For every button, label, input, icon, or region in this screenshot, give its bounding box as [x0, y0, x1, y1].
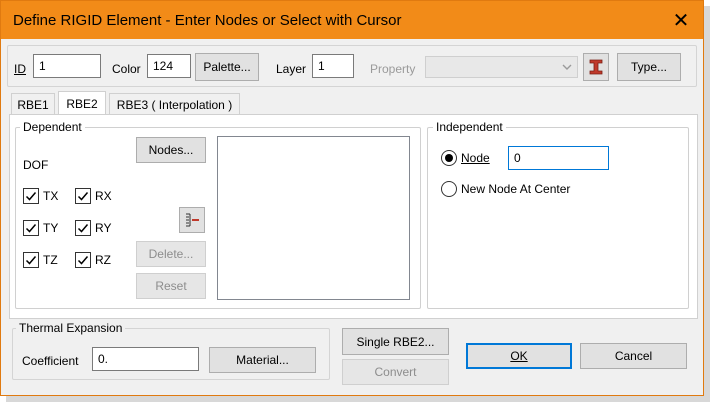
pick-node-button[interactable] — [179, 207, 205, 233]
dof-ry-checkbox[interactable] — [75, 220, 91, 236]
dof-tz-checkbox[interactable] — [23, 252, 39, 268]
window-title: Define RIGID Element - Enter Nodes or Se… — [13, 12, 402, 29]
property-label: Property — [370, 62, 416, 76]
delete-button[interactable]: Delete... — [136, 241, 206, 267]
rigid-element-dialog: Define RIGID Element - Enter Nodes or Se… — [0, 0, 704, 396]
node-radio[interactable] — [441, 150, 457, 166]
nodes-button[interactable]: Nodes... — [136, 137, 206, 163]
property-select[interactable] — [425, 56, 578, 78]
dof-tz-label: TZ — [43, 253, 58, 267]
dof-tz[interactable]: TZ — [23, 252, 58, 268]
close-button[interactable]: ✕ — [663, 5, 699, 35]
dof-rz-checkbox[interactable] — [75, 252, 91, 268]
new-node-option-label: New Node At Center — [461, 182, 571, 196]
dependent-title: Dependent — [20, 120, 85, 134]
dof-ty-checkbox[interactable] — [23, 220, 39, 236]
independent-title: Independent — [433, 120, 506, 134]
dof-rx-checkbox[interactable] — [75, 188, 91, 204]
check-icon — [77, 256, 89, 265]
check-icon — [25, 224, 37, 233]
id-input[interactable] — [33, 54, 101, 78]
close-icon: ✕ — [672, 9, 690, 32]
layer-input[interactable] — [312, 54, 354, 78]
dof-tx-label: TX — [43, 189, 59, 203]
dof-rz-label: RZ — [95, 253, 111, 267]
thermal-title: Thermal Expansion — [16, 321, 126, 335]
radio-selected-icon — [445, 154, 453, 162]
tab-rbe2[interactable]: RBE2 — [58, 91, 106, 115]
dof-ty[interactable]: TY — [23, 220, 58, 236]
coefficient-label: Coefficient — [22, 354, 79, 368]
tab-rbe3[interactable]: RBE3 ( Interpolation ) — [109, 93, 240, 115]
dof-rx-label: RX — [95, 189, 112, 203]
dof-tx-checkbox[interactable] — [23, 188, 39, 204]
beam-section-icon — [589, 59, 603, 75]
tab-rbe1[interactable]: RBE1 — [11, 93, 55, 115]
dependent-nodes-list[interactable] — [217, 136, 410, 300]
check-icon — [25, 256, 37, 265]
independent-node-input[interactable] — [508, 146, 609, 170]
dof-ry[interactable]: RY — [75, 220, 111, 236]
property-icon-button[interactable] — [583, 53, 609, 81]
single-rbe2-button[interactable]: Single RBE2... — [342, 328, 449, 355]
check-icon — [77, 192, 89, 201]
dof-rz[interactable]: RZ — [75, 252, 111, 268]
color-input[interactable] — [147, 54, 191, 78]
new-node-radio[interactable] — [441, 181, 457, 197]
layer-label: Layer — [276, 62, 307, 76]
palette-button[interactable]: Palette... — [195, 53, 259, 81]
pick-node-icon — [186, 213, 199, 227]
node-option[interactable]: Node — [441, 150, 490, 166]
ok-button[interactable]: OK — [466, 343, 572, 369]
id-label: ID — [14, 62, 26, 76]
dof-label: DOF — [23, 158, 49, 172]
node-option-label: Node — [461, 151, 490, 165]
check-icon — [25, 192, 37, 201]
coefficient-input[interactable] — [92, 347, 199, 371]
reset-button[interactable]: Reset — [136, 273, 206, 299]
ok-button-label: OK — [510, 349, 528, 363]
dof-tx[interactable]: TX — [23, 188, 58, 204]
convert-button[interactable]: Convert — [342, 359, 449, 385]
dof-ry-label: RY — [95, 221, 112, 235]
new-node-option[interactable]: New Node At Center — [441, 181, 570, 197]
material-button[interactable]: Material... — [209, 347, 316, 373]
title-bar[interactable]: Define RIGID Element - Enter Nodes or Se… — [1, 1, 703, 39]
cancel-button[interactable]: Cancel — [580, 343, 687, 369]
check-icon — [77, 224, 89, 233]
dof-rx[interactable]: RX — [75, 188, 112, 204]
dof-ty-label: TY — [43, 221, 59, 235]
color-label: Color — [112, 62, 141, 76]
chevron-down-icon — [562, 64, 572, 70]
type-button[interactable]: Type... — [617, 53, 681, 81]
